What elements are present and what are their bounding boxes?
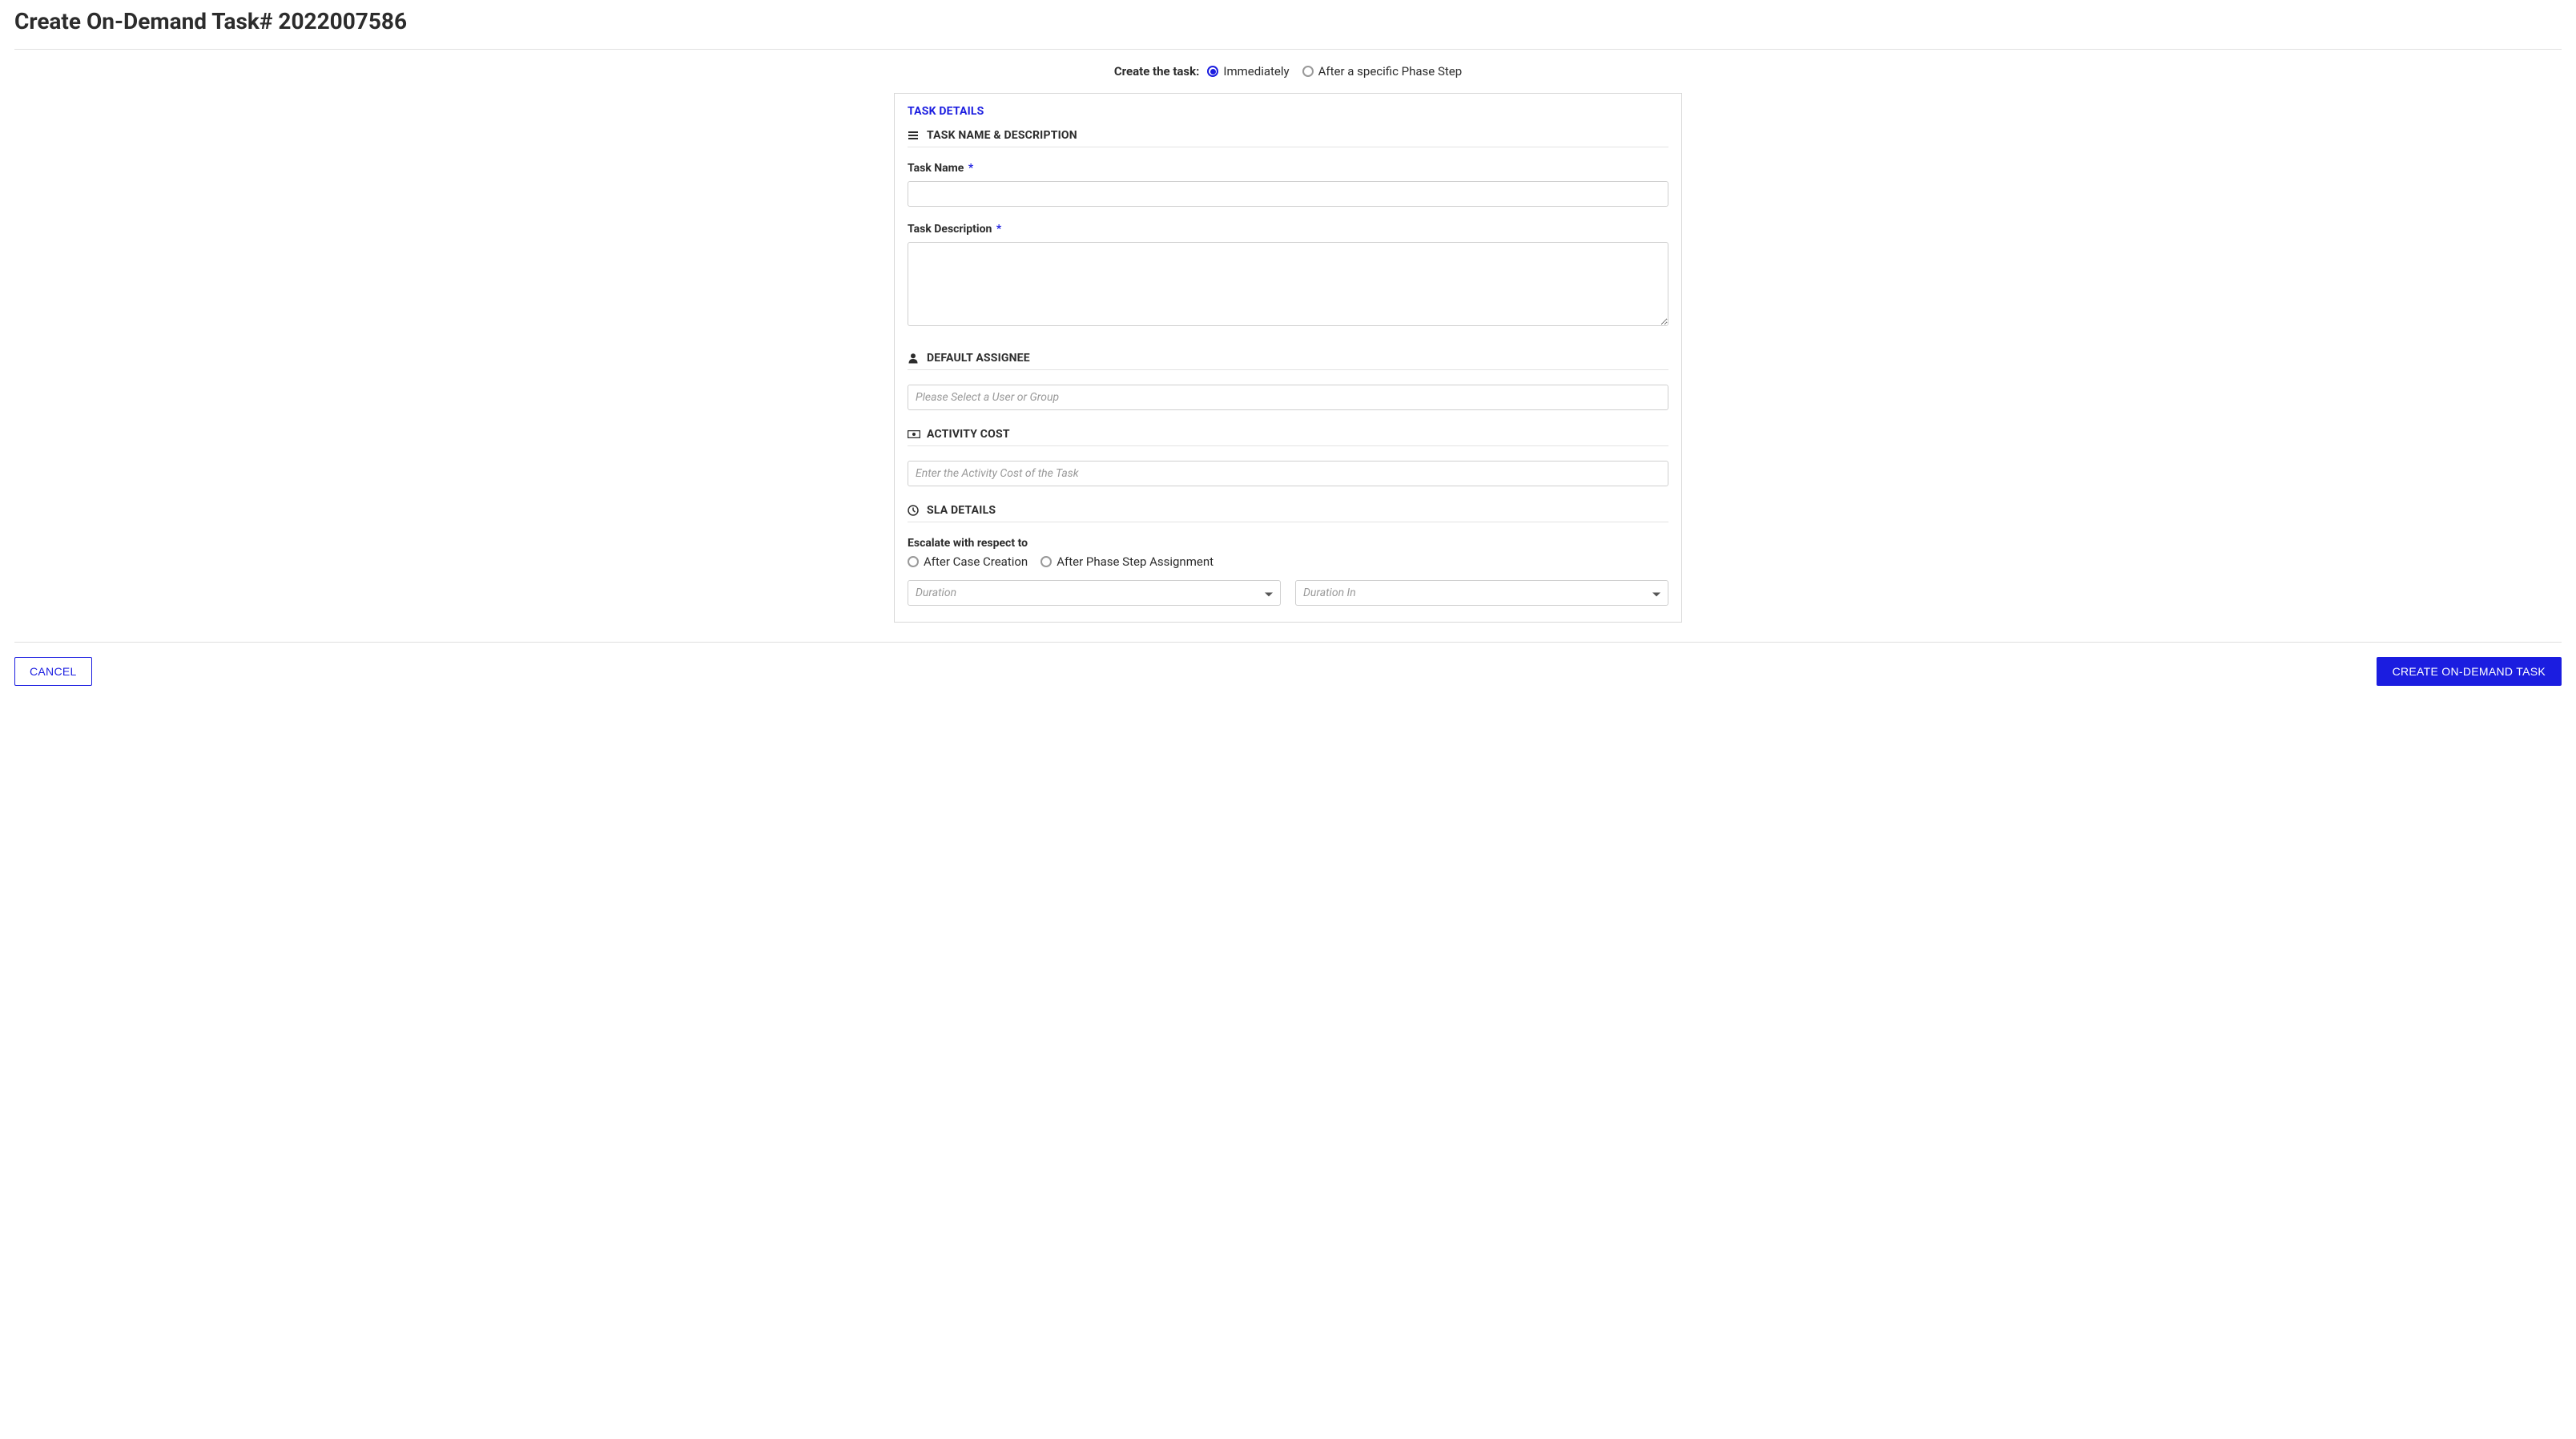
section-header-sla: SLA DETAILS — [908, 504, 1668, 517]
radio-after-phase-assignment[interactable]: After Phase Step Assignment — [1040, 554, 1214, 569]
footer-divider — [14, 642, 2562, 643]
radio-empty-icon — [1040, 556, 1052, 567]
activity-cost-input[interactable] — [908, 461, 1668, 486]
create-task-row: Create the task: Immediately After a spe… — [14, 64, 2562, 79]
section-divider — [908, 445, 1668, 446]
escalate-radio-group: After Case Creation After Phase Step Ass… — [908, 554, 1668, 569]
section-header-activity-cost: ACTIVITY COST — [908, 428, 1668, 441]
radio-immediately-label: Immediately — [1223, 64, 1289, 79]
duration-in-select[interactable]: Duration In — [1295, 580, 1668, 606]
required-star-icon: * — [996, 223, 1001, 236]
hamburger-icon — [908, 130, 919, 141]
create-task-button[interactable]: CREATE ON-DEMAND TASK — [2377, 657, 2562, 686]
section-header-assignee: DEFAULT ASSIGNEE — [908, 352, 1668, 365]
task-name-label-text: Task Name — [908, 162, 964, 175]
radio-dot-icon — [1207, 66, 1218, 77]
section-name-desc-label: TASK NAME & DESCRIPTION — [927, 129, 1077, 142]
section-sla-label: SLA DETAILS — [927, 504, 996, 517]
radio-immediately[interactable]: Immediately — [1207, 64, 1289, 79]
radio-after-phase-assign-label: After Phase Step Assignment — [1057, 554, 1214, 569]
radio-empty-icon — [1302, 66, 1314, 77]
task-name-label: Task Name * — [908, 162, 1668, 175]
section-divider — [908, 369, 1668, 370]
assignee-input[interactable] — [908, 385, 1668, 410]
task-description-label: Task Description * — [908, 223, 1668, 236]
duration-select-display: Duration — [908, 580, 1281, 606]
cancel-button[interactable]: CANCEL — [14, 657, 92, 686]
radio-empty-icon — [908, 556, 919, 567]
task-description-input[interactable] — [908, 242, 1668, 326]
duration-in-select-display: Duration In — [1295, 580, 1668, 606]
money-icon — [908, 429, 919, 440]
radio-after-case-creation[interactable]: After Case Creation — [908, 554, 1028, 569]
radio-after-case-label: After Case Creation — [924, 554, 1028, 569]
clock-icon — [908, 505, 919, 516]
panel-title: TASK DETAILS — [908, 105, 1668, 118]
task-description-label-text: Task Description — [908, 223, 992, 236]
create-task-radio-group: Immediately After a specific Phase Step — [1207, 64, 1462, 79]
sla-duration-row: Duration Duration In — [908, 580, 1668, 606]
create-task-label: Create the task: — [1114, 64, 1200, 79]
radio-after-phase-label: After a specific Phase Step — [1318, 64, 1463, 79]
header-divider — [14, 49, 2562, 50]
section-activity-cost-label: ACTIVITY COST — [927, 428, 1010, 441]
page-title: Create On-Demand Task# 2022007586 — [14, 8, 2562, 34]
section-header-name-desc: TASK NAME & DESCRIPTION — [908, 129, 1668, 142]
task-details-panel: TASK DETAILS TASK NAME & DESCRIPTION Tas… — [894, 93, 1682, 623]
radio-after-phase-step[interactable]: After a specific Phase Step — [1302, 64, 1463, 79]
section-assignee-label: DEFAULT ASSIGNEE — [927, 352, 1030, 365]
user-icon — [908, 353, 919, 364]
footer-row: CANCEL CREATE ON-DEMAND TASK — [14, 657, 2562, 686]
duration-select[interactable]: Duration — [908, 580, 1281, 606]
escalate-label: Escalate with respect to — [908, 537, 1668, 550]
required-star-icon: * — [968, 162, 973, 175]
task-name-input[interactable] — [908, 181, 1668, 207]
